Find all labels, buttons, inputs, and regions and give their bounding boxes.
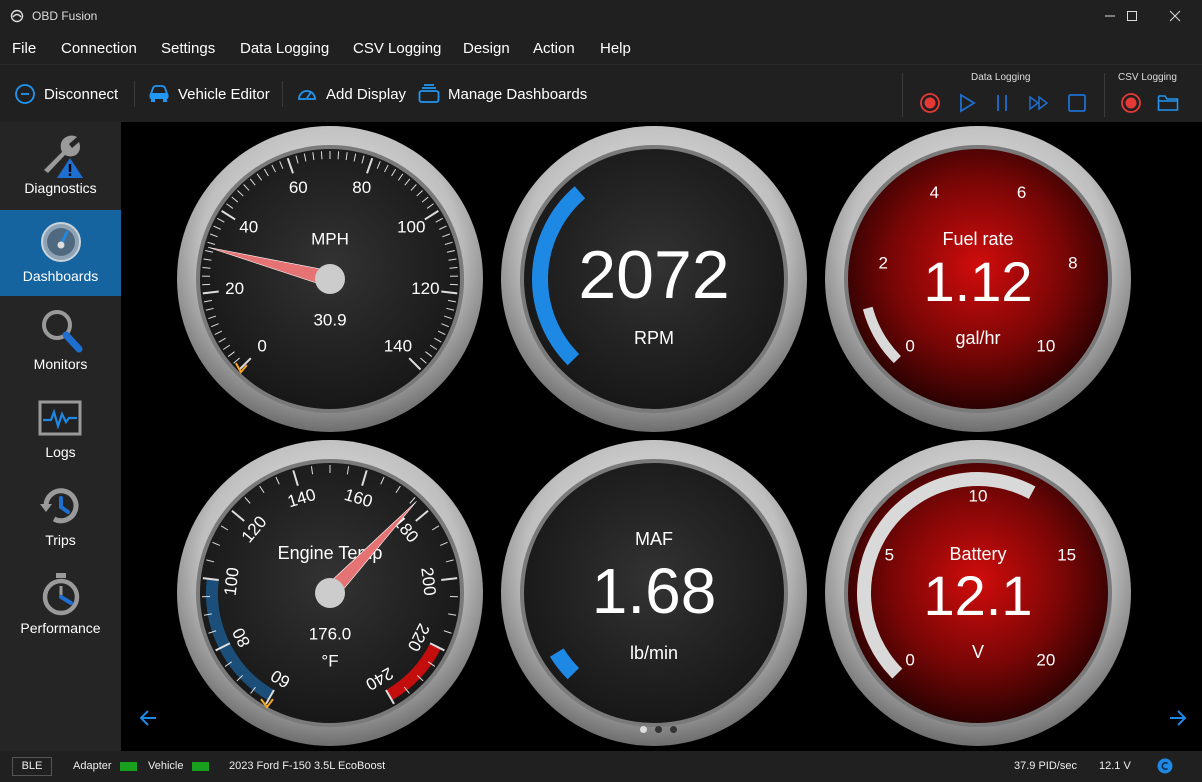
page-dot[interactable] bbox=[655, 726, 662, 733]
gauge-value: 176.0 bbox=[309, 624, 352, 643]
speed-gauge: 0 20 40 60 80 100 120 140 MPH 30.9 bbox=[177, 126, 483, 432]
gauge-label: MAF bbox=[635, 529, 673, 549]
gauge-tick-label: 100 bbox=[221, 566, 243, 596]
pid-rate: 37.9 PID/sec bbox=[1014, 760, 1077, 772]
gauge-value: 1.12 bbox=[924, 250, 1033, 313]
gauge-label: MPH bbox=[311, 229, 349, 248]
battery-gauge: 0 5 10 15 20 Battery12.1 V bbox=[825, 440, 1131, 746]
gauge-tick-label: 100 bbox=[397, 217, 425, 236]
previous-page-arrow-icon[interactable] bbox=[138, 708, 160, 728]
cloud-sync-icon[interactable] bbox=[1157, 758, 1173, 774]
gauge-unit: lb/min bbox=[630, 643, 678, 663]
page-indicator bbox=[640, 726, 677, 733]
gauge-tick-label: 0 bbox=[257, 336, 266, 355]
gauge-grid: 0204060 80100120140MPH30.92072RPM 024 6810F… bbox=[177, 126, 1131, 746]
gauge-tick bbox=[320, 151, 323, 160]
fuel-rate-gauge: 0 2 4 6 8 10 Fuel rate1.12 gal/hr bbox=[825, 126, 1131, 432]
gauge-tick-label: 15 bbox=[1057, 546, 1076, 565]
maf-gauge: MAF 1.68 lb/min bbox=[501, 440, 807, 746]
gauge-value: 1.68 bbox=[592, 555, 717, 627]
gauge-tick-label: 0 bbox=[905, 650, 914, 669]
gauge-tick bbox=[202, 267, 211, 269]
gauge-tick-label: 2 bbox=[878, 253, 887, 272]
engine-temp-gauge: 6080100120140 160180200220240Engine Temp1… bbox=[177, 440, 483, 746]
gauge-tick bbox=[337, 151, 340, 160]
gauge-tick-label: 10 bbox=[1036, 336, 1055, 355]
gauge-hub bbox=[315, 264, 345, 294]
gauge-label: Fuel rate bbox=[942, 229, 1013, 249]
gauge-tick-label: 5 bbox=[885, 546, 894, 565]
vehicle-name: 2023 Ford F-150 3.5L EcoBoost bbox=[229, 760, 386, 772]
gauge-tick-label: 10 bbox=[969, 486, 988, 505]
gauge-unit: °F bbox=[321, 651, 338, 670]
gauge-tick-label: 80 bbox=[352, 178, 371, 197]
gauge-tick-label: 200 bbox=[417, 566, 439, 596]
gauge-value: 2072 bbox=[578, 237, 729, 313]
adapter-status-led bbox=[120, 762, 137, 771]
gauge-tick-label: 120 bbox=[411, 279, 439, 298]
vehicle-status-label: Vehicle bbox=[148, 760, 184, 772]
gauge-unit: gal/hr bbox=[955, 328, 1000, 348]
connection-type-badge: BLE bbox=[12, 757, 52, 776]
gauge-tick-label: 8 bbox=[1068, 253, 1077, 272]
gauge-tick-label: 60 bbox=[289, 178, 308, 197]
gauge-tick-label: 0 bbox=[905, 336, 914, 355]
page-dot[interactable] bbox=[640, 726, 647, 733]
gauge-tick-label: 4 bbox=[930, 183, 939, 202]
battery-voltage-status: 12.1 V bbox=[1099, 760, 1131, 772]
status-bar: BLE Adapter Vehicle 2023 Ford F-150 3.5L… bbox=[0, 751, 1202, 782]
gauge-value: 12.1 bbox=[924, 564, 1033, 627]
gauge-unit: V bbox=[972, 642, 984, 662]
gauge-value: 30.9 bbox=[313, 310, 346, 329]
gauge-unit: RPM bbox=[634, 328, 674, 348]
adapter-label: Adapter bbox=[73, 760, 112, 772]
gauge-tick-label: 40 bbox=[239, 217, 258, 236]
next-page-arrow-icon[interactable] bbox=[1166, 708, 1188, 728]
vehicle-status-led bbox=[192, 762, 209, 771]
gauge-tick-label: 6 bbox=[1017, 183, 1026, 202]
gauge-tick bbox=[449, 267, 458, 269]
rpm-gauge: 2072 RPM bbox=[501, 126, 807, 432]
gauge-tick-label: 20 bbox=[1036, 650, 1055, 669]
gauge-tick-label: 140 bbox=[384, 336, 412, 355]
gauge-tick-label: 20 bbox=[225, 279, 244, 298]
page-dot[interactable] bbox=[670, 726, 677, 733]
gauge-label: Battery bbox=[949, 544, 1006, 564]
gauge-hub bbox=[315, 578, 345, 608]
